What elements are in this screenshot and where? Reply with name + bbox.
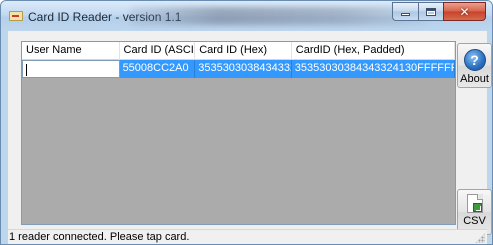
export-file-icon	[466, 194, 483, 213]
card-id-ascii-cell[interactable]: 55008CC2A0	[119, 60, 196, 78]
app-window: Card ID Reader - version 1.1 ✕ User Name…	[0, 0, 493, 245]
card-id-hex-cell[interactable]: 35353030384343324130	[195, 60, 292, 78]
blurred-title-area	[129, 7, 429, 25]
close-icon: ✕	[459, 4, 470, 19]
title-bar[interactable]: Card ID Reader - version 1.1 ✕	[1, 1, 492, 31]
status-text: 1 reader connected. Please tap card.	[9, 231, 190, 243]
card-icon	[9, 11, 23, 21]
status-bar: 1 reader connected. Please tap card.	[8, 229, 487, 244]
resize-grip-icon[interactable]	[475, 233, 485, 243]
maximize-button[interactable]	[418, 2, 443, 21]
user-name-input[interactable]	[22, 60, 120, 78]
export-arrow-icon	[472, 203, 482, 212]
column-header-card-id-hex-padded[interactable]: CardID (Hex, Padded)	[292, 42, 455, 60]
column-header-user-name[interactable]: User Name	[22, 42, 120, 60]
window-controls: ✕	[392, 2, 486, 21]
close-button[interactable]: ✕	[443, 2, 486, 21]
help-icon: ?	[463, 49, 486, 71]
column-header-card-id-hex[interactable]: Card ID (Hex)	[195, 42, 292, 60]
table-row[interactable]: 55008CC2A0 35353030384343324130 35353030…	[22, 60, 455, 78]
grid-header: User Name Card ID (ASCII) Card ID (Hex) …	[22, 42, 455, 60]
minimize-icon	[401, 13, 410, 16]
about-label: About	[460, 73, 489, 85]
column-header-card-id-ascii[interactable]: Card ID (ASCII)	[120, 42, 196, 60]
minimize-button[interactable]	[392, 2, 418, 21]
card-id-hex-padded-cell[interactable]: 35353030384343324130FFFFFFFFFFFF	[291, 60, 455, 78]
maximize-icon	[426, 7, 436, 16]
client-area: User Name Card ID (ASCII) Card ID (Hex) …	[8, 31, 492, 244]
text-caret	[26, 64, 27, 76]
csv-label: CSV	[463, 215, 486, 227]
about-button[interactable]: ? About	[457, 43, 492, 88]
card-data-grid[interactable]: User Name Card ID (ASCII) Card ID (Hex) …	[21, 41, 456, 225]
